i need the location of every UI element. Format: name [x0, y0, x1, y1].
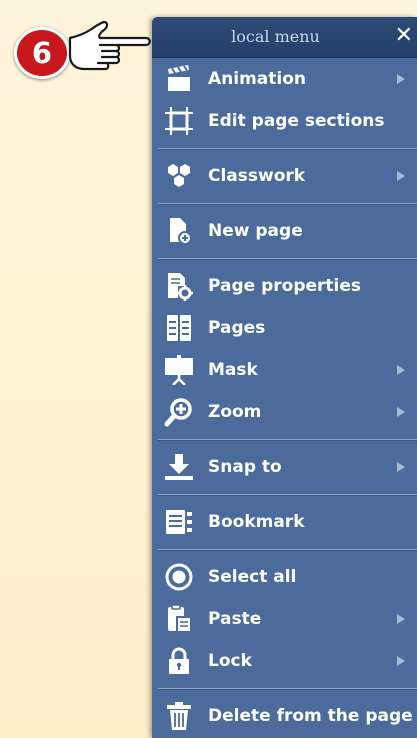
screen-mask-icon [165, 355, 193, 385]
bookmark-list-icon [166, 510, 192, 534]
menu-item-label: Paste [208, 609, 262, 629]
menu-item-label: Classwork [208, 166, 306, 186]
menu-item-label: Bookmark [208, 512, 305, 532]
menu-separator [152, 197, 417, 210]
submenu-arrow-icon [397, 171, 405, 181]
menu-item-new-page[interactable]: New page [152, 210, 417, 252]
menu-separator [152, 543, 417, 556]
menu-item-label: Delete from the page [208, 706, 413, 726]
menu-item-select-all[interactable]: Select all [152, 556, 417, 598]
submenu-arrow-icon [397, 407, 405, 417]
menu-item-paste[interactable]: Paste [152, 598, 417, 640]
menu-header: local menu ✕ [152, 17, 417, 58]
menu-item-edit-page-sections[interactable]: Edit page sections [152, 100, 417, 142]
submenu-arrow-icon [397, 656, 405, 666]
padlock-icon [169, 647, 189, 674]
menu-item-label: Animation [208, 69, 307, 89]
menu-item-label: Mask [208, 360, 258, 380]
zoom-in-icon [164, 398, 192, 427]
submenu-arrow-icon [397, 462, 405, 472]
hexagons-icon [168, 164, 190, 187]
menu-separator [152, 682, 417, 695]
pages-grid-icon [167, 315, 191, 341]
menu-item-zoom[interactable]: Zoom [152, 391, 417, 433]
pointing-hand-icon [68, 20, 151, 71]
submenu-arrow-icon [397, 365, 405, 375]
menu-item-animation[interactable]: Animation [152, 58, 417, 100]
menu-item-label: Edit page sections [208, 111, 385, 131]
menu-separator [152, 488, 417, 501]
menu-separator [152, 433, 417, 446]
menu-item-bookmark[interactable]: Bookmark [152, 501, 417, 543]
menu-item-label: New page [208, 221, 303, 241]
menu-item-page-properties[interactable]: Page properties [152, 265, 417, 307]
menu-item-label: Zoom [208, 402, 262, 422]
menu-item-label: Select all [208, 567, 297, 587]
new-page-icon [170, 218, 192, 245]
local-menu: local menu ✕ Animation Edit page section… [152, 17, 417, 738]
submenu-arrow-icon [397, 74, 405, 84]
menu-item-label: Snap to [208, 457, 282, 477]
menu-separator [152, 142, 417, 155]
menu-title: local menu [231, 27, 320, 46]
menu-item-label: Lock [208, 651, 252, 671]
step-callout: 6 [14, 20, 151, 79]
clapperboard-icon [168, 65, 190, 91]
menu-item-snap-to[interactable]: Snap to [152, 446, 417, 488]
submenu-arrow-icon [397, 614, 405, 624]
paste-clipboard-icon [168, 604, 192, 633]
menu-item-classwork[interactable]: Classwork [152, 155, 417, 197]
menu-item-pages[interactable]: Pages [152, 307, 417, 349]
menu-item-delete-from-page[interactable]: Delete from the page [152, 695, 417, 737]
trash-icon [167, 702, 191, 730]
menu-item-mask[interactable]: Mask [152, 349, 417, 391]
crop-frame-icon [165, 107, 193, 135]
close-icon[interactable]: ✕ [395, 22, 413, 50]
download-arrow-icon [165, 454, 193, 480]
radio-target-icon [165, 563, 193, 591]
menu-item-lock[interactable]: Lock [152, 640, 417, 682]
page-settings-icon [168, 273, 193, 301]
menu-separator [152, 252, 417, 265]
menu-item-label: Page properties [208, 276, 362, 296]
menu-item-label: Pages [208, 318, 266, 338]
